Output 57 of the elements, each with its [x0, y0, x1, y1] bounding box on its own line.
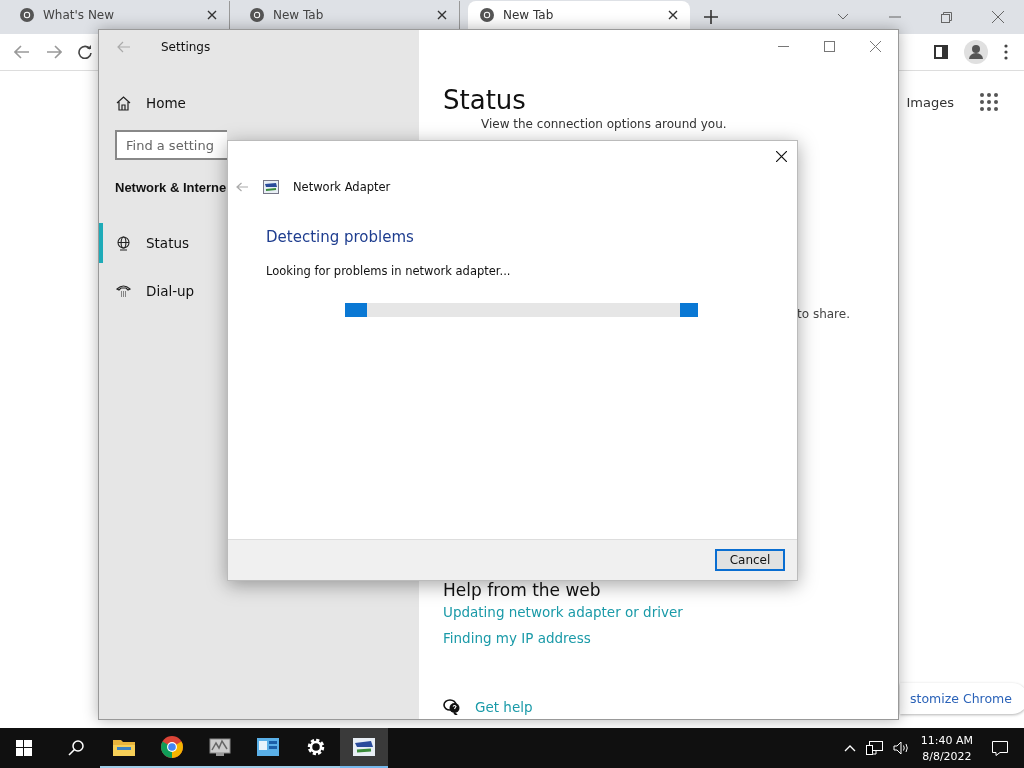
nav-item[interactable]: Dial-up — [99, 271, 223, 311]
monitor-icon — [209, 737, 231, 757]
dialog-heading: Detecting problems — [266, 228, 415, 246]
close-icon[interactable] — [776, 151, 787, 162]
help-link[interactable]: Finding my IP address — [443, 630, 898, 646]
windows-start-icon[interactable] — [16, 740, 32, 756]
home-icon — [116, 95, 131, 111]
reload-icon[interactable] — [78, 45, 92, 59]
section-heading: Help from the web — [443, 580, 602, 600]
section-heading: Network & Interne — [115, 180, 227, 195]
chevron-icon[interactable] — [837, 13, 849, 21]
clock-time[interactable]: 11:40 AM — [920, 733, 973, 747]
search-field[interactable]: Find a setting — [115, 130, 227, 160]
close-icon[interactable] — [668, 10, 678, 20]
chevron-up-icon[interactable] — [843, 744, 856, 752]
folder-icon — [113, 738, 135, 756]
new-tab-icon[interactable] — [704, 10, 718, 24]
browser-tab[interactable]: What's New — [8, 1, 230, 29]
network-adapter-icon — [263, 180, 279, 194]
maximize-icon[interactable] — [824, 41, 835, 52]
restore-icon[interactable] — [941, 11, 952, 23]
description-text: to share. — [797, 307, 850, 321]
browser-tab[interactable]: New Tab — [468, 1, 690, 29]
network-icon[interactable] — [865, 740, 883, 756]
window-title: Settings — [161, 40, 211, 54]
close-icon[interactable] — [437, 10, 447, 20]
images-link[interactable]: Images — [906, 94, 954, 110]
forward-icon[interactable] — [46, 45, 62, 59]
notification-icon[interactable] — [992, 740, 1008, 756]
nav-item[interactable]: Status — [99, 223, 223, 263]
sidepanel-icon[interactable] — [934, 45, 948, 59]
control-panel-icon — [257, 738, 279, 756]
phone-icon — [116, 283, 131, 299]
chat-help-icon — [443, 698, 461, 715]
browser-tab[interactable]: New Tab — [238, 1, 460, 29]
tab-title: What's New — [43, 8, 116, 22]
clock-date[interactable]: 8/8/2022 — [922, 749, 972, 763]
cancel-button[interactable]: Cancel — [715, 549, 785, 571]
page-description: View the connection options around you. — [481, 117, 728, 131]
home-link[interactable]: Home — [146, 95, 186, 111]
tab-title: New Tab — [273, 8, 325, 22]
globe-icon — [116, 235, 131, 251]
customize-chrome-button[interactable]: stomize Chrome — [900, 683, 1024, 714]
dialog-title: Network Adapter — [293, 180, 391, 194]
tab-title: New Tab — [503, 8, 555, 22]
back-icon[interactable] — [14, 45, 30, 59]
apps-grid-icon[interactable] — [980, 93, 998, 111]
gear-icon — [306, 737, 326, 757]
close-icon[interactable] — [207, 10, 217, 20]
menu-icon[interactable] — [1004, 44, 1008, 60]
volume-icon[interactable] — [892, 741, 910, 755]
page-title: Status — [443, 85, 527, 115]
profile-icon[interactable] — [964, 40, 988, 64]
taskbar-app[interactable] — [340, 728, 388, 768]
search-icon[interactable] — [68, 740, 84, 756]
network-adapter-icon — [353, 738, 375, 756]
status-message: Looking for problems in network adapter... — [266, 264, 512, 278]
